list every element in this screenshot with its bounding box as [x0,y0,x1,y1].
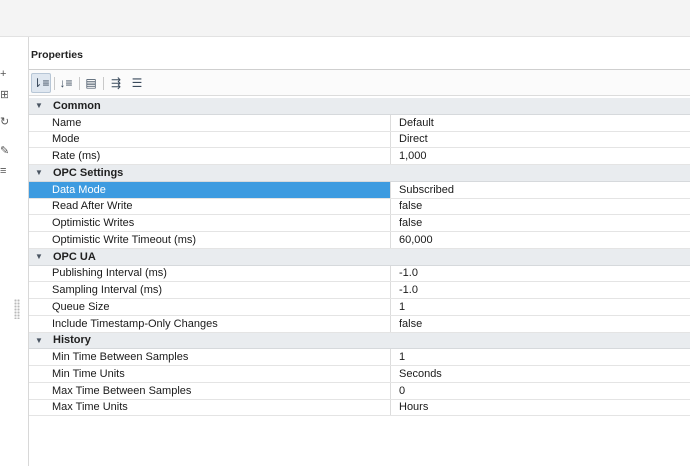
category-row-opc-ua[interactable]: ▼ OPC UA [29,248,690,266]
property-name: Name [29,114,391,131]
property-name: Rate (ms) [29,148,391,164]
property-value[interactable]: 1 [392,349,690,365]
chevron-down-icon[interactable]: ▼ [29,336,49,345]
details-panel-button[interactable]: ▤ [81,73,101,93]
property-name: Min Time Units [29,366,391,382]
left-tool-rail: + ⊞ ↻ ✎ ≡ [0,37,28,466]
property-value[interactable]: false [392,199,690,215]
property-row[interactable]: Read After Write false [29,198,690,216]
properties-toolbar: ⇂≡ ↓≡ ▤ ⇶ ☰ [29,69,690,96]
property-row[interactable]: Publishing Interval (ms) -1.0 [29,265,690,283]
add-icon[interactable]: + [0,68,8,80]
property-value[interactable]: Direct [392,132,690,148]
sort-by-category-icon: ⇂≡ [32,76,50,90]
property-row[interactable]: Max Time Units Hours [29,399,690,417]
edit-icon[interactable]: ✎ [0,145,8,157]
property-value[interactable]: -1.0 [392,282,690,298]
collapse-all-icon: ☰ [131,76,143,90]
collapse-all-button[interactable]: ☰ [127,73,147,93]
property-row[interactable]: Max Time Between Samples 0 [29,382,690,400]
property-row[interactable]: Include Timestamp-Only Changes false [29,315,690,333]
property-row[interactable]: Min Time Between Samples 1 [29,349,690,366]
property-name: Optimistic Write Timeout (ms) [29,232,391,248]
property-value[interactable]: Default [392,115,690,131]
property-value[interactable]: Subscribed [392,182,690,198]
category-label: OPC UA [53,250,96,263]
chevron-down-icon[interactable]: ▼ [29,252,49,261]
property-value[interactable]: 1 [392,299,690,315]
property-row[interactable]: Sampling Interval (ms) -1.0 [29,282,690,299]
chevron-down-icon[interactable]: ▼ [29,168,49,177]
property-name: Max Time Units [29,399,391,416]
property-value[interactable]: 60,000 [392,232,690,248]
category-row-history[interactable]: ▼ History [29,332,690,350]
property-row[interactable]: Optimistic Writes false [29,215,690,232]
top-band [0,0,690,37]
expand-all-button[interactable]: ⇶ [106,73,126,93]
splitter-grip-icon[interactable] [14,299,20,319]
property-row[interactable]: Min Time Units Seconds [29,366,690,383]
toolbar-separator [103,77,104,90]
expand-all-icon: ⇶ [110,76,122,90]
property-value[interactable]: 1,000 [392,148,690,164]
property-name: Include Timestamp-Only Changes [29,315,391,332]
property-value[interactable]: false [392,215,690,231]
property-value[interactable]: Seconds [392,366,690,382]
category-label: History [53,334,91,347]
sort-alphabetical-icon: ↓≡ [59,76,73,90]
property-name: Max Time Between Samples [29,382,391,399]
tree-icon[interactable]: ⊞ [0,89,8,101]
sort-by-category-button[interactable]: ⇂≡ [31,73,51,93]
details-panel-icon: ▤ [85,76,97,90]
property-row-selected[interactable]: Data Mode Subscribed [29,181,690,199]
property-value[interactable]: Hours [392,400,690,416]
property-value[interactable]: 0 [392,383,690,399]
sort-alphabetical-button[interactable]: ↓≡ [56,73,76,93]
property-grid: ▼ Common Name Default Mode Direct Rate (… [29,98,690,417]
panel-title: Properties [31,49,83,61]
property-row[interactable]: Optimistic Write Timeout (ms) 60,000 [29,232,690,249]
property-name: Mode [29,131,391,148]
property-value[interactable]: -1.0 [392,266,690,282]
toolbar-separator [79,77,80,90]
properties-panel: Properties ⇂≡ ↓≡ ▤ ⇶ ☰ ▼ Common Name Def… [28,37,690,466]
property-row[interactable]: Name Default [29,114,690,132]
property-name: Publishing Interval (ms) [29,265,391,282]
property-row[interactable]: Mode Direct [29,131,690,149]
refresh-icon[interactable]: ↻ [0,116,8,128]
property-row[interactable]: Rate (ms) 1,000 [29,148,690,165]
property-name: Sampling Interval (ms) [29,282,391,298]
property-name: Queue Size [29,299,391,315]
property-value[interactable]: false [392,316,690,332]
chevron-down-icon[interactable]: ▼ [29,101,49,110]
property-name: Min Time Between Samples [29,349,391,365]
category-row-opc-settings[interactable]: ▼ OPC Settings [29,165,690,182]
toolbar-separator [54,77,55,90]
property-row[interactable]: Queue Size 1 [29,299,690,316]
property-name: Data Mode [29,181,391,198]
category-label: Common [53,99,101,112]
property-name: Read After Write [29,198,391,215]
category-label: OPC Settings [53,166,124,179]
list-icon[interactable]: ≡ [0,165,8,177]
category-row-common[interactable]: ▼ Common [29,98,690,115]
property-name: Optimistic Writes [29,215,391,231]
